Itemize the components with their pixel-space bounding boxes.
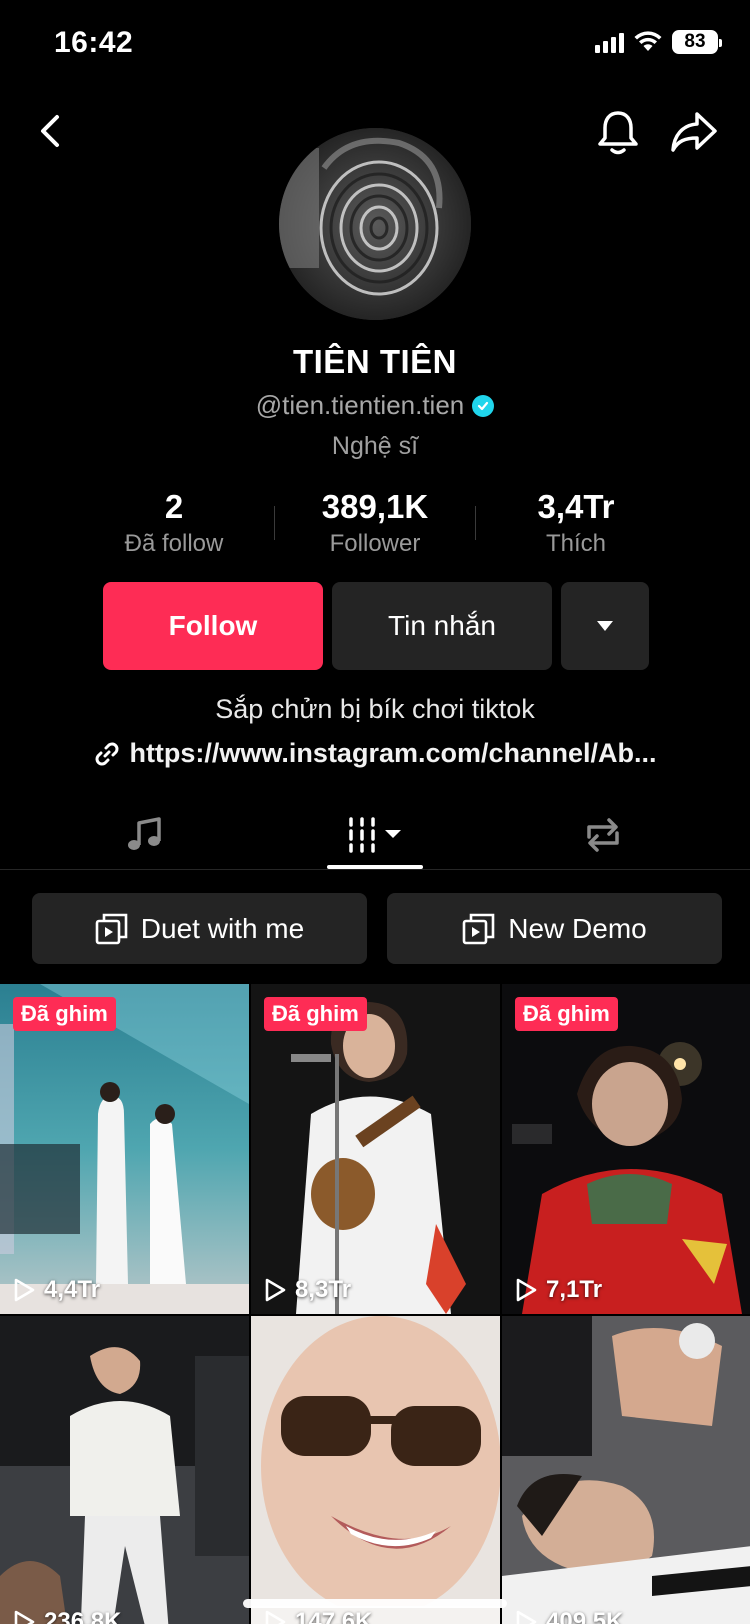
video-tile[interactable]: Đã ghim 4,4Tr xyxy=(0,984,249,1314)
profile-link[interactable]: https://www.instagram.com/channel/Ab... xyxy=(0,738,750,769)
video-tile[interactable]: Đã ghim 7,1Tr xyxy=(502,984,750,1314)
view-count-text: 8,3Tr xyxy=(295,1276,352,1303)
stat-likes-value: 3,4Tr xyxy=(537,488,615,525)
profile-link-text: https://www.instagram.com/channel/Ab... xyxy=(129,738,657,768)
profile-category: Nghệ sĩ xyxy=(331,432,419,460)
play-icon xyxy=(516,1278,537,1302)
link-icon xyxy=(95,742,119,765)
pinned-badge: Đã ghim xyxy=(264,997,367,1031)
playlist-label: Duet with me xyxy=(140,912,305,944)
signal-icon xyxy=(595,31,624,53)
stat-followers-value: 389,1K xyxy=(321,488,429,525)
video-tile[interactable]: 147,6K xyxy=(251,1316,500,1624)
play-icon xyxy=(516,1610,537,1624)
play-icon xyxy=(265,1278,286,1302)
stat-likes[interactable]: 3,4Tr Thích xyxy=(476,488,676,558)
view-count-text: 7,1Tr xyxy=(546,1276,603,1303)
video-tile[interactable]: 236,8K xyxy=(0,1316,249,1624)
play-icon xyxy=(14,1278,35,1302)
video-thumbnail xyxy=(502,1316,750,1624)
wifi-icon xyxy=(634,31,662,51)
status-time: 16:42 xyxy=(54,26,134,59)
playlist-label: New Demo xyxy=(508,912,647,944)
view-count: 147,6K xyxy=(263,1608,372,1624)
stats-row: 2 Đã follow 389,1K Follower 3,4Tr Thích xyxy=(0,488,750,558)
message-button[interactable]: Tin nhắn xyxy=(332,582,552,670)
play-icon xyxy=(265,1610,286,1624)
playlists-row: Duet with me New Demo xyxy=(32,893,722,964)
stat-following-value: 2 xyxy=(164,488,184,525)
video-thumbnail xyxy=(251,984,500,1314)
profile-handle: @tien.tientien.tien xyxy=(255,390,465,420)
handle-row: @tien.tientien.tien xyxy=(0,390,750,421)
bell-icon xyxy=(598,111,638,155)
view-count-text: 236,8K xyxy=(44,1608,122,1624)
caret-down-icon xyxy=(597,621,613,631)
active-tab-indicator xyxy=(327,865,423,869)
repost-icon xyxy=(587,818,619,852)
video-thumbnail xyxy=(251,1316,500,1624)
playlist-icon xyxy=(95,913,128,944)
view-count: 409,5K xyxy=(514,1608,623,1624)
video-thumbnail xyxy=(0,984,249,1314)
status-icons: 83 xyxy=(595,30,722,54)
stat-following[interactable]: 2 Đã follow xyxy=(74,488,274,558)
video-thumbnail xyxy=(502,984,750,1314)
video-tile[interactable]: 409,5K xyxy=(502,1316,750,1624)
stat-following-label: Đã follow xyxy=(124,530,224,557)
profile-actions: Follow Tin nhắn xyxy=(103,582,649,670)
video-thumbnail xyxy=(0,1316,249,1624)
pinned-badge: Đã ghim xyxy=(515,997,618,1031)
notification-button[interactable] xyxy=(592,106,644,158)
content-tabs xyxy=(0,800,750,870)
playlist-icon xyxy=(462,913,495,944)
video-grid: Đã ghim 4,4Tr Đã ghim 8,3Tr Đã ghim 7,1T… xyxy=(0,984,750,1624)
follow-button[interactable]: Follow xyxy=(103,582,323,670)
status-bar: 16:42 83 xyxy=(0,0,750,90)
verified-badge-icon xyxy=(472,394,495,417)
playlist-duet-with-me[interactable]: Duet with me xyxy=(32,893,367,964)
avatar[interactable] xyxy=(279,128,471,320)
view-count: 7,1Tr xyxy=(514,1276,602,1304)
view-count-text: 147,6K xyxy=(295,1608,373,1624)
tab-music[interactable] xyxy=(95,800,195,870)
video-tile[interactable]: Đã ghim 8,3Tr xyxy=(251,984,500,1314)
share-button[interactable] xyxy=(666,106,722,158)
profile-name: TIÊN TIÊN xyxy=(292,343,457,380)
stat-likes-label: Thích xyxy=(545,530,607,557)
tab-videos[interactable] xyxy=(325,800,425,870)
view-count: 8,3Tr xyxy=(263,1276,351,1304)
share-arrow-icon xyxy=(671,112,717,152)
avatar-image xyxy=(279,128,471,320)
tab-repost[interactable] xyxy=(553,800,653,870)
playlist-new-demo[interactable]: New Demo xyxy=(387,893,722,964)
view-count-text: 4,4Tr xyxy=(44,1276,101,1303)
home-indicator[interactable] xyxy=(243,1599,507,1608)
back-button[interactable] xyxy=(26,108,72,154)
videos-grid-icon xyxy=(349,817,401,853)
view-count: 4,4Tr xyxy=(12,1276,100,1304)
view-count: 236,8K xyxy=(12,1608,121,1624)
play-icon xyxy=(14,1610,35,1624)
music-icon xyxy=(128,817,161,850)
suggested-accounts-button[interactable] xyxy=(561,582,649,670)
pinned-badge: Đã ghim xyxy=(13,997,116,1031)
view-count-text: 409,5K xyxy=(546,1608,624,1624)
chevron-left-icon xyxy=(41,115,59,147)
profile-bio: Sắp chửn bị bík chơi tiktok xyxy=(215,694,535,724)
battery-indicator: 83 xyxy=(672,30,722,54)
stat-followers-label: Follower xyxy=(329,530,421,557)
stat-followers[interactable]: 389,1K Follower xyxy=(275,488,475,558)
